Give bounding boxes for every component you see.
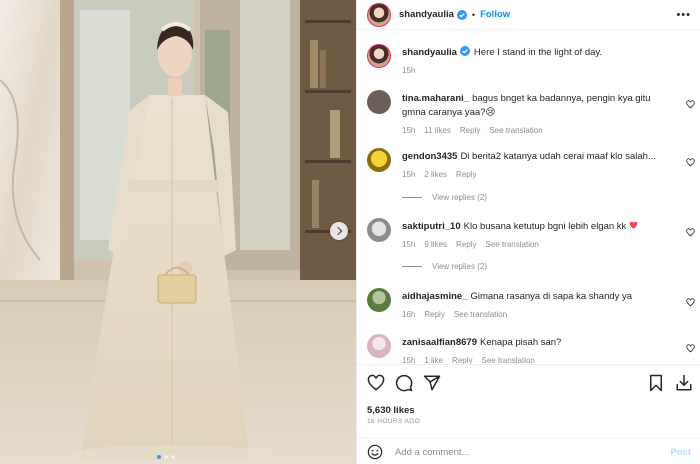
avatar[interactable] bbox=[367, 334, 391, 358]
reply-button[interactable]: Reply bbox=[460, 126, 480, 135]
comment-icon[interactable] bbox=[395, 374, 413, 392]
red-heart-emoji-icon bbox=[629, 221, 638, 229]
comment-time[interactable]: 16h bbox=[402, 310, 415, 319]
comments-list[interactable]: shandyaulia Here I stand in the light of … bbox=[357, 30, 700, 364]
comment-likes[interactable]: 1 like bbox=[424, 356, 443, 364]
comment-text: Kenapa pisah san? bbox=[480, 337, 562, 348]
comment-username[interactable]: gendon3435 bbox=[402, 151, 457, 162]
reply-button[interactable]: Reply bbox=[456, 170, 476, 179]
reply-divider bbox=[402, 197, 422, 198]
heart-icon[interactable] bbox=[686, 100, 695, 109]
post-actions: 5,630 likes 16 HOURS AGO Post bbox=[357, 364, 700, 464]
follow-button[interactable]: Follow bbox=[480, 9, 510, 20]
comment-text: Gimana rasanya di sapa ka shandy ya bbox=[470, 291, 633, 302]
comment-likes[interactable]: 11 likes bbox=[424, 126, 451, 135]
separator-dot: • bbox=[471, 9, 476, 20]
heart-icon[interactable] bbox=[367, 374, 385, 392]
comment-time[interactable]: 15h bbox=[402, 356, 415, 364]
emoji-icon[interactable] bbox=[367, 444, 383, 460]
caption-time[interactable]: 15h bbox=[402, 66, 415, 75]
verified-badge-icon bbox=[459, 46, 470, 56]
add-comment-bar: Post bbox=[357, 438, 700, 464]
reply-button[interactable]: Reply bbox=[452, 356, 472, 364]
avatar[interactable] bbox=[367, 44, 391, 68]
photo-illustration bbox=[0, 0, 356, 464]
comment-username[interactable]: tina.maharani_ bbox=[402, 93, 469, 104]
post-username[interactable]: shandyaulia bbox=[399, 9, 454, 20]
view-replies-label: View replies (2) bbox=[432, 193, 487, 202]
post-photo[interactable] bbox=[0, 0, 356, 464]
see-translation-link[interactable]: See translation bbox=[486, 240, 539, 249]
comment-username[interactable]: saktiputri_10 bbox=[402, 221, 461, 232]
avatar[interactable] bbox=[367, 2, 391, 27]
see-translation-link[interactable]: See translation bbox=[489, 126, 542, 135]
post-sidebar: shandyaulia • Follow ••• shandyaulia Here… bbox=[356, 0, 700, 464]
post-header: shandyaulia • Follow ••• bbox=[357, 0, 700, 30]
carousel-dot-active bbox=[157, 455, 161, 459]
comment-input[interactable] bbox=[395, 446, 645, 458]
carousel-dot bbox=[164, 455, 168, 459]
heart-icon[interactable] bbox=[686, 298, 695, 307]
insights-icon[interactable] bbox=[675, 374, 693, 392]
caption-text: Here I stand in the light of day. bbox=[473, 47, 603, 58]
reply-button[interactable]: Reply bbox=[456, 240, 476, 249]
comment-username[interactable]: zanisaalfian8679 bbox=[402, 337, 477, 348]
comment-username[interactable]: aidhajasmine_ bbox=[402, 291, 467, 302]
verified-badge-icon bbox=[456, 9, 467, 20]
avatar[interactable] bbox=[367, 148, 391, 172]
next-slide-button[interactable] bbox=[330, 222, 348, 240]
comment-time[interactable]: 15h bbox=[402, 126, 415, 135]
reply-button[interactable]: Reply bbox=[424, 310, 444, 319]
likes-count[interactable]: 5,630 likes bbox=[367, 405, 415, 416]
see-translation-link[interactable]: See translation bbox=[482, 356, 535, 364]
more-options-icon[interactable]: ••• bbox=[676, 9, 691, 21]
comment-text: Klo busana ketutup bgni lebih elgan kk bbox=[463, 221, 627, 232]
comment-time[interactable]: 15h bbox=[402, 240, 415, 249]
chevron-right-icon bbox=[333, 226, 343, 236]
heart-icon[interactable] bbox=[686, 228, 695, 237]
avatar[interactable] bbox=[367, 218, 391, 242]
avatar[interactable] bbox=[367, 90, 391, 114]
view-replies-button[interactable]: View replies (2) bbox=[402, 193, 487, 202]
caption-username[interactable]: shandyaulia bbox=[402, 47, 457, 58]
bookmark-icon[interactable] bbox=[647, 374, 665, 392]
comment-likes[interactable]: 9 likes bbox=[424, 240, 447, 249]
share-icon[interactable] bbox=[423, 374, 441, 392]
avatar[interactable] bbox=[367, 288, 391, 312]
heart-icon[interactable] bbox=[686, 158, 695, 167]
carousel-dot bbox=[171, 455, 175, 459]
reply-divider bbox=[402, 266, 422, 267]
comment-time[interactable]: 15h bbox=[402, 170, 415, 179]
comment-text: Di berita2 katanya udah cerai maaf klo s… bbox=[460, 151, 656, 162]
post-comment-button[interactable]: Post bbox=[670, 447, 691, 458]
heart-icon[interactable] bbox=[686, 344, 695, 353]
view-replies-label: View replies (2) bbox=[432, 262, 487, 271]
carousel-indicator bbox=[157, 455, 175, 459]
post-timestamp[interactable]: 16 HOURS AGO bbox=[367, 418, 420, 425]
comment-likes[interactable]: 2 likes bbox=[424, 170, 447, 179]
see-translation-link[interactable]: See translation bbox=[454, 310, 507, 319]
view-replies-button[interactable]: View replies (2) bbox=[402, 262, 487, 271]
